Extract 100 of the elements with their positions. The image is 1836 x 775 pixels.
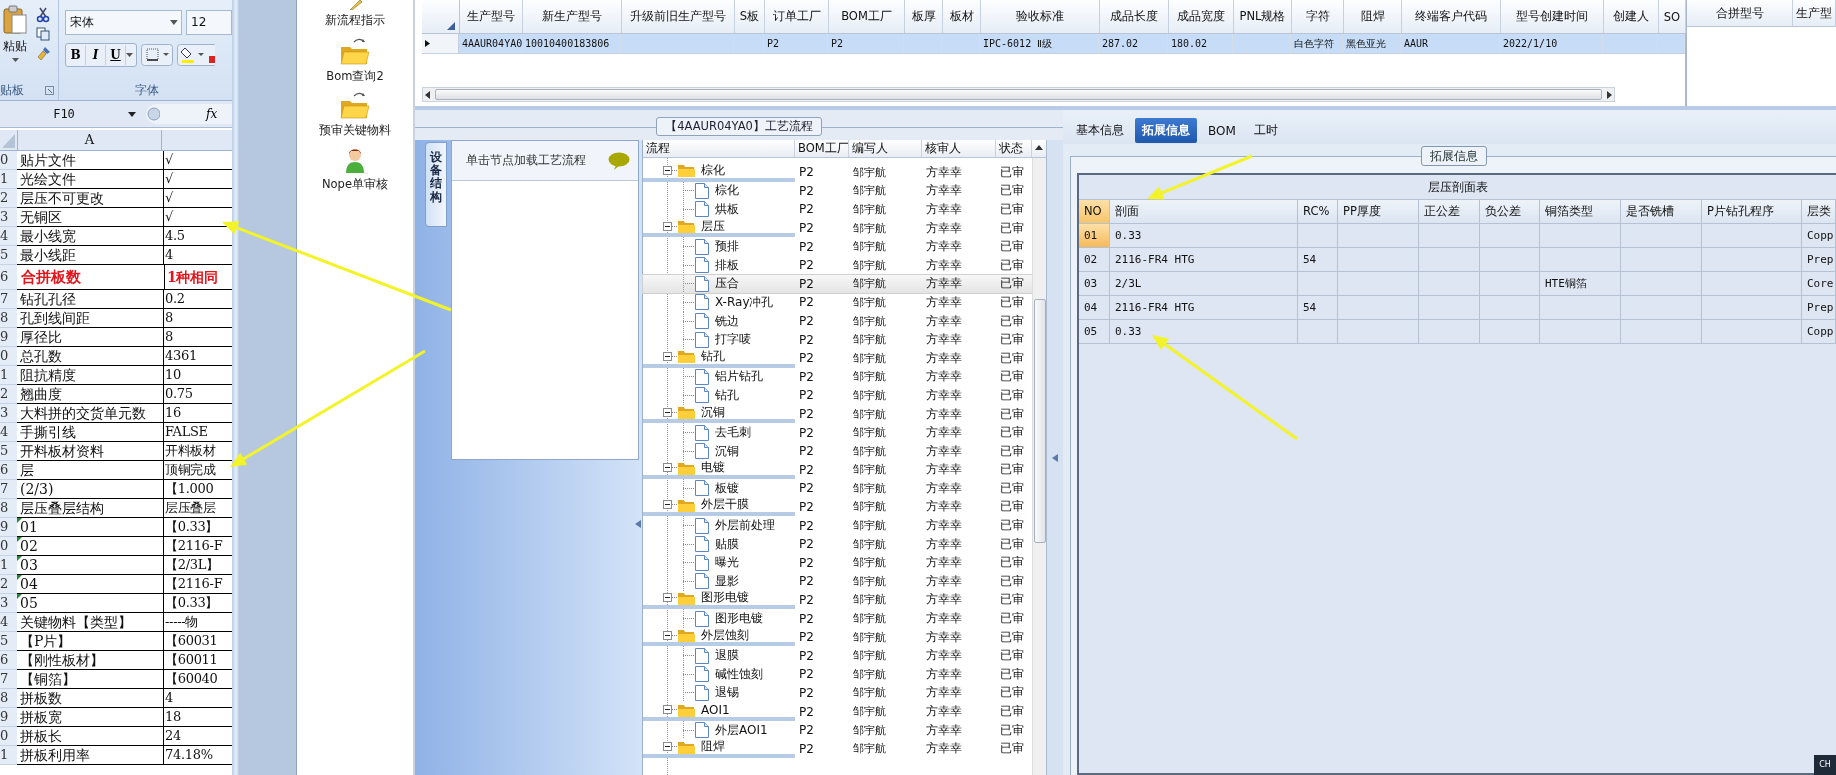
scroll-left-icon[interactable] bbox=[423, 89, 433, 100]
row-header[interactable]: 8 bbox=[0, 309, 17, 328]
scissors-icon[interactable] bbox=[36, 7, 50, 23]
row-header[interactable]: 0 bbox=[0, 151, 17, 170]
column-header[interactable]: P片钻孔程序 bbox=[1702, 200, 1802, 223]
tree-row[interactable]: 层压 P2 邹宇航 方幸幸 已审 bbox=[643, 218, 1032, 238]
column-header[interactable]: 阻焊 bbox=[1344, 0, 1402, 33]
column-header[interactable]: S板 bbox=[735, 0, 765, 33]
collapse-toggle[interactable] bbox=[663, 221, 672, 231]
column-header[interactable]: 板材 bbox=[943, 0, 981, 33]
tab[interactable]: BOM bbox=[1201, 118, 1243, 143]
side-tab[interactable]: 设备结构 bbox=[425, 142, 447, 227]
row-number[interactable]: 04 bbox=[1079, 296, 1110, 319]
row-header[interactable]: 8 bbox=[0, 499, 17, 518]
tree-row[interactable]: 曝光 P2 邹宇航 方幸幸 已审 bbox=[643, 553, 1032, 573]
column-header[interactable]: 状态 bbox=[996, 140, 1032, 157]
tree-row[interactable]: 显影 P2 邹宇航 方幸幸 已审 bbox=[643, 572, 1032, 591]
column-header[interactable]: 新生产型号 bbox=[523, 0, 622, 33]
row-header[interactable]: 4 bbox=[0, 423, 17, 442]
tree-row[interactable]: 外层AOI1 P2 邹宇航 方幸幸 已审 bbox=[643, 720, 1032, 740]
tree-row[interactable]: 钻孔 P2 邹宇航 方幸幸 已审 bbox=[643, 348, 1032, 368]
caret-icon[interactable] bbox=[170, 20, 178, 25]
tree-row[interactable]: 打字唛 P2 邹宇航 方幸幸 已审 bbox=[643, 330, 1032, 349]
row-header[interactable]: 2 bbox=[0, 385, 17, 404]
tree-row[interactable]: 退膜 P2 邹宇航 方幸幸 已审 bbox=[643, 646, 1032, 666]
row-number[interactable]: 02 bbox=[1079, 248, 1110, 271]
row-header[interactable]: 4 bbox=[0, 613, 17, 632]
row-header[interactable]: 5 bbox=[0, 632, 17, 651]
tree-row[interactable]: 钻孔 P2 邹宇航 方幸幸 已审 bbox=[643, 386, 1032, 405]
row-header[interactable]: 2 bbox=[0, 575, 17, 594]
column-header[interactable]: 生产型 bbox=[1793, 0, 1836, 26]
column-header[interactable]: 字符 bbox=[1292, 0, 1344, 33]
column-header[interactable]: 流程 bbox=[643, 140, 795, 157]
fill-color-icon[interactable] bbox=[177, 44, 215, 66]
tree-row[interactable]: 去毛刺 P2 邹宇航 方幸幸 已审 bbox=[643, 423, 1032, 442]
tree-row[interactable]: 沉铜 P2 邹宇航 方幸幸 已审 bbox=[643, 441, 1032, 461]
caret-icon[interactable] bbox=[11, 58, 19, 62]
language-indicator[interactable]: CH bbox=[1814, 755, 1836, 775]
format-button[interactable]: U bbox=[106, 45, 126, 65]
collapse-toggle[interactable] bbox=[663, 742, 672, 752]
row-header[interactable]: 3 bbox=[0, 594, 17, 613]
scroll-right-icon[interactable] bbox=[1604, 89, 1614, 100]
tree-row[interactable]: 棕化 P2 邹宇航 方幸幸 已审 bbox=[643, 181, 1032, 201]
scroll-thumb[interactable] bbox=[435, 89, 1602, 100]
column-header[interactable]: 生产型号 bbox=[460, 0, 523, 33]
tree-row[interactable]: 图形电镀 P2 邹宇航 方幸幸 已审 bbox=[643, 609, 1032, 628]
format-button[interactable]: B bbox=[66, 45, 86, 65]
column-header[interactable]: 验收标准 bbox=[981, 0, 1100, 33]
column-header[interactable]: 终端客户代码 bbox=[1402, 0, 1501, 33]
column-header[interactable]: NO bbox=[1079, 200, 1110, 223]
row-header[interactable]: 9 bbox=[0, 518, 17, 537]
row-header[interactable]: 3 bbox=[0, 404, 17, 423]
tree-row[interactable]: X-Ray冲孔 P2 邹宇航 方幸幸 已审 bbox=[643, 293, 1032, 312]
column-header[interactable]: 板厚 bbox=[905, 0, 943, 33]
collapse-toggle[interactable] bbox=[663, 500, 672, 510]
user-icon[interactable] bbox=[344, 146, 366, 174]
row-header[interactable]: 4 bbox=[0, 227, 17, 246]
tree-row[interactable]: 棕化 P2 邹宇航 方幸幸 已审 bbox=[643, 163, 1032, 182]
column-header[interactable]: 正公差 bbox=[1419, 200, 1480, 223]
launcher-label[interactable]: Nope单审核 bbox=[322, 177, 388, 192]
tree-row[interactable]: 阻焊 P2 邹宇航 方幸幸 已审 bbox=[643, 739, 1032, 758]
tree-row[interactable]: 碱性蚀刻 P2 邹宇航 方幸幸 已审 bbox=[643, 665, 1032, 684]
row-header[interactable]: 3 bbox=[0, 208, 17, 227]
column-header[interactable]: PNL规格 bbox=[1234, 0, 1292, 33]
tree-row[interactable]: 板镀 P2 邹宇航 方幸幸 已审 bbox=[643, 479, 1032, 498]
column-header[interactable]: SO bbox=[1659, 0, 1686, 33]
row-header[interactable]: 1 bbox=[0, 556, 17, 575]
brush-icon[interactable] bbox=[36, 45, 52, 61]
tab[interactable]: 拓展信息 bbox=[1135, 118, 1197, 143]
row-header[interactable]: 1 bbox=[0, 170, 17, 189]
format-button[interactable]: I bbox=[86, 45, 106, 65]
collapse-arrow-icon[interactable] bbox=[1052, 453, 1058, 462]
collapse-toggle[interactable] bbox=[663, 165, 672, 175]
name-box[interactable]: F10 bbox=[0, 104, 128, 124]
column-header[interactable]: 是否铣槽 bbox=[1621, 200, 1702, 223]
grid-row[interactable]: 4AAUR04YA0 10010400183806 P2 P2 IPC-6012 Ⅱ级 287.02 180.02 白色字符 黑色亚光 AAUR 2022/1/10 bbox=[422, 34, 1685, 54]
column-header[interactable]: 合拼型号 bbox=[1687, 0, 1793, 26]
tree-row[interactable]: 沉铜 P2 邹宇航 方幸幸 已审 bbox=[643, 404, 1032, 424]
tree-row[interactable]: 外层蚀刻 P2 邹宇航 方幸幸 已审 bbox=[643, 627, 1032, 647]
launcher-label[interactable]: 新流程指示 bbox=[325, 13, 385, 28]
row-header[interactable]: 7 bbox=[0, 480, 17, 499]
column-header[interactable]: 核审人 bbox=[922, 140, 996, 157]
column-header[interactable]: PP厚度 bbox=[1338, 200, 1419, 223]
tree-row[interactable]: 预排 P2 邹宇航 方幸幸 已审 bbox=[643, 237, 1032, 256]
tree-row[interactable]: 电镀 P2 邹宇航 方幸幸 已审 bbox=[643, 460, 1032, 480]
row-header[interactable]: 0 bbox=[0, 537, 17, 556]
collapse-arrow-icon[interactable] bbox=[635, 520, 641, 528]
row-header[interactable]: 0 bbox=[0, 347, 17, 366]
row-header[interactable]: 1 bbox=[0, 746, 17, 765]
column-header[interactable]: 成品长度 bbox=[1100, 0, 1169, 33]
font-size-field[interactable]: 12 bbox=[186, 10, 232, 35]
row-header[interactable]: 9 bbox=[0, 328, 17, 347]
caret-icon[interactable] bbox=[126, 53, 133, 57]
column-header[interactable]: BOM工厂 bbox=[795, 140, 849, 157]
row-header[interactable]: 6 bbox=[0, 651, 17, 670]
caret-icon[interactable] bbox=[128, 111, 136, 117]
column-header[interactable]: 铜箔类型 bbox=[1540, 200, 1621, 223]
tree-row[interactable]: 烘板 P2 邹宇航 方幸幸 已审 bbox=[643, 200, 1032, 219]
paste-button[interactable]: 粘贴 bbox=[3, 38, 27, 55]
row-header[interactable]: 0 bbox=[0, 727, 17, 746]
